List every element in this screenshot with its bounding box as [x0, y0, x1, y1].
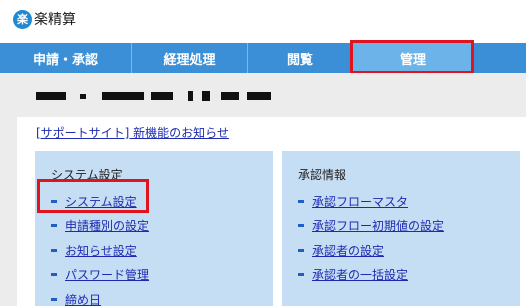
menu-item-closing-date[interactable]: 締め日	[51, 287, 149, 306]
bullet-icon	[298, 224, 304, 228]
bullet-icon	[51, 199, 57, 203]
bullet-icon	[51, 224, 57, 228]
bullet-icon	[298, 248, 304, 252]
redacted-company-name	[0, 73, 526, 117]
support-news-link[interactable]: [サポートサイト] 新機能のお知らせ	[36, 124, 229, 141]
system-settings-link[interactable]: システム設定	[65, 193, 137, 210]
logo-mark-icon: 楽	[13, 9, 32, 29]
main-nav: 申請・承認 経理処理 閲覧 管理	[0, 43, 526, 73]
menu-item-approver-settings[interactable]: 承認者の設定	[298, 238, 444, 263]
approval-info-menu: 承認フローマスタ 承認フロー初期値の設定 承認者の設定 承認者の一括設定	[298, 189, 444, 287]
menu-item-password[interactable]: パスワード管理	[51, 263, 149, 288]
menu-item-approval-flow-default[interactable]: 承認フロー初期値の設定	[298, 214, 444, 239]
notice-settings-link[interactable]: お知らせ設定	[65, 242, 137, 259]
menu-item-system-settings[interactable]: システム設定	[51, 189, 149, 214]
nav-item-application-approval[interactable]: 申請・承認	[0, 43, 132, 73]
bullet-icon	[51, 248, 57, 252]
approval-flow-default-link[interactable]: 承認フロー初期値の設定	[312, 217, 444, 234]
password-management-link[interactable]: パスワード管理	[65, 266, 149, 283]
approval-flow-master-link[interactable]: 承認フローマスタ	[312, 193, 408, 210]
system-settings-menu: システム設定 申請種別の設定 お知らせ設定 パスワード管理 締め日	[51, 189, 149, 306]
approver-bulk-settings-link[interactable]: 承認者の一括設定	[312, 266, 408, 283]
nav-item-browse[interactable]: 閲覧	[248, 43, 353, 73]
approver-settings-link[interactable]: 承認者の設定	[312, 242, 384, 259]
nav-item-admin[interactable]: 管理	[353, 43, 473, 73]
menu-item-notice-settings[interactable]: お知らせ設定	[51, 238, 149, 263]
bullet-icon	[51, 297, 57, 301]
bullet-icon	[298, 273, 304, 277]
menu-item-approver-bulk[interactable]: 承認者の一括設定	[298, 263, 444, 288]
app-title: 楽精算	[34, 12, 76, 28]
bullet-icon	[51, 273, 57, 277]
top-bar: 楽 楽精算	[0, 0, 526, 43]
nav-item-accounting[interactable]: 経理処理	[132, 43, 248, 73]
application-types-link[interactable]: 申請種別の設定	[65, 217, 149, 234]
menu-item-approval-flow-master[interactable]: 承認フローマスタ	[298, 189, 444, 214]
menu-item-application-types[interactable]: 申請種別の設定	[51, 214, 149, 239]
approval-info-title: 承認情報	[298, 168, 347, 182]
system-settings-box: システム設定 システム設定 申請種別の設定 お知らせ設定 パスワード管理 締め日	[35, 151, 273, 306]
system-settings-title: システム設定	[51, 168, 123, 182]
approval-info-box: 承認情報 承認フローマスタ 承認フロー初期値の設定 承認者の設定 承認者の一括設…	[282, 151, 520, 306]
app-window: 楽 楽精算 申請・承認 経理処理 閲覧 管理 [サポートサイト] 新機能のお知ら…	[0, 0, 526, 306]
bullet-icon	[298, 199, 304, 203]
main-panel: [サポートサイト] 新機能のお知らせ システム設定 システム設定 申請種別の設定…	[17, 117, 526, 306]
closing-date-link[interactable]: 締め日	[65, 291, 101, 306]
app-logo[interactable]: 楽 楽精算	[13, 9, 76, 29]
